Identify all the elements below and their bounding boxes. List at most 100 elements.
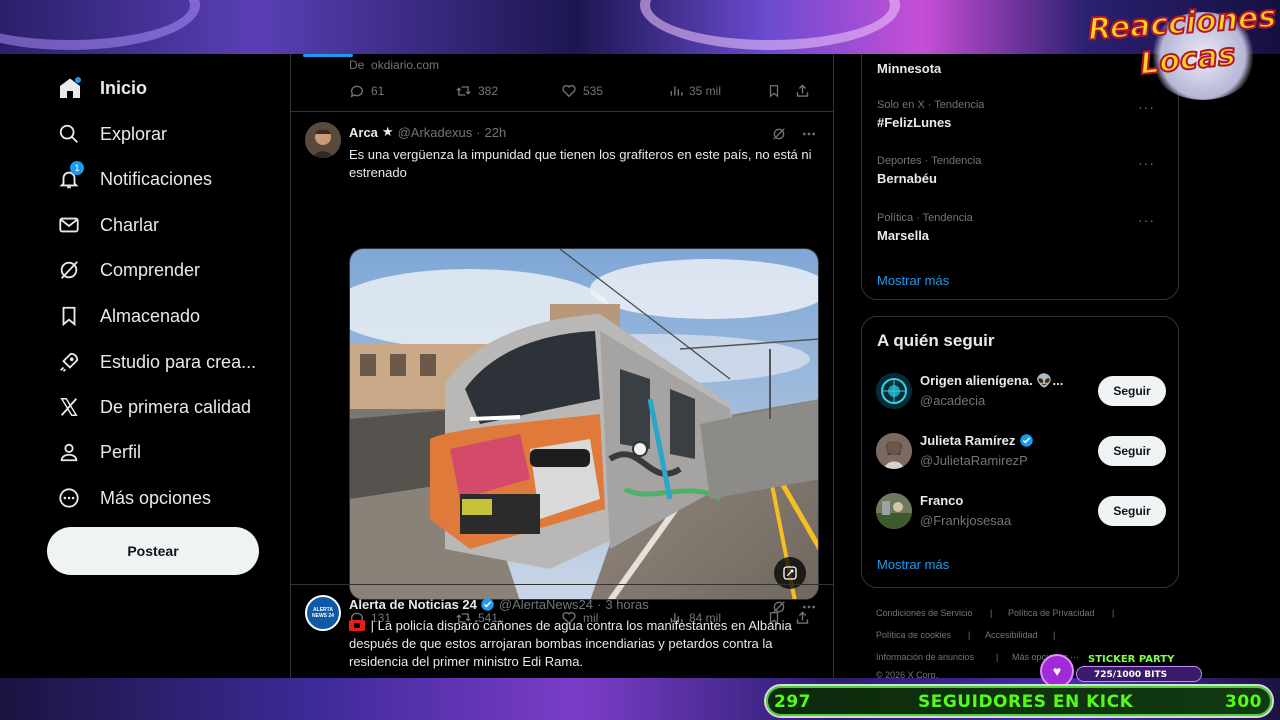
like-button[interactable]: 535 xyxy=(561,83,603,99)
views-icon xyxy=(670,86,683,96)
sidebar-item-label: Explorar xyxy=(100,123,168,144)
star-icon: ★ xyxy=(381,124,394,139)
grok-icon[interactable] xyxy=(771,599,787,615)
tweet-tools xyxy=(771,126,817,142)
sidebar-item-almacenado[interactable]: Almacenado xyxy=(46,294,200,338)
source-prefix: De xyxy=(349,58,365,72)
sidebar-item-label: Charlar xyxy=(100,214,160,235)
suggested-user-handle[interactable]: @JulietaRamirezP xyxy=(920,453,1028,468)
sidebar-item-comprender[interactable]: Comprender xyxy=(46,248,200,292)
footer-separator: | xyxy=(968,630,971,640)
suggested-user-handle[interactable]: @Frankjosesaa xyxy=(920,513,1011,528)
footer-separator: | xyxy=(1053,630,1056,640)
more-icon[interactable] xyxy=(801,126,817,142)
grok-icon xyxy=(46,257,94,283)
sidebar-item-explorar[interactable]: Explorar xyxy=(46,112,167,156)
follow-suggestion[interactable]: Franco @Frankjosesaa Seguir xyxy=(876,493,1166,533)
repost-button[interactable]: 382 xyxy=(455,83,498,99)
views-button[interactable]: 35 mil xyxy=(669,83,721,99)
tweet-alerta-noticias[interactable]: ALERTA NEWS 24 Alerta de Noticias 24 @Al… xyxy=(291,585,833,678)
suggested-user-name[interactable]: Franco xyxy=(920,493,963,508)
timeline: De okdiario.com 61 382 535 35 mil Arca ★… xyxy=(290,54,834,678)
sidebar-item-inicio[interactable]: Inicio xyxy=(46,66,147,110)
more-icon[interactable] xyxy=(801,599,817,615)
who-to-follow-title: A quién seguir xyxy=(877,331,995,350)
more-icon[interactable]: ··· xyxy=(1138,155,1155,171)
post-button[interactable]: Postear xyxy=(47,527,259,575)
person-icon xyxy=(46,439,94,465)
heart-plus-icon: ♥ xyxy=(1040,654,1074,688)
grok-icon[interactable] xyxy=(771,126,787,142)
avatar[interactable]: ALERTA NEWS 24 xyxy=(305,595,341,631)
tweet-time[interactable]: 3 horas xyxy=(605,597,648,612)
follow-button[interactable]: Seguir xyxy=(1098,496,1166,526)
author-name[interactable]: Alerta de Noticias 24 xyxy=(349,597,477,612)
suggested-user-handle[interactable]: @acadecia xyxy=(920,393,985,408)
sidebar-item-label: Estudio para crea... xyxy=(100,351,257,372)
more-icon[interactable]: ··· xyxy=(1138,212,1155,228)
suggested-user-name[interactable]: Origen alienígena. 👽... xyxy=(920,373,1063,389)
tweet-header: Arca ★ @Arkadexus · 22h xyxy=(349,124,506,140)
bell-icon: 1 xyxy=(46,161,94,192)
trend-category: Solo en X · Tendencia xyxy=(877,99,985,111)
footer-link-terms[interactable]: Condiciones de Servicio xyxy=(876,608,973,618)
sidebar-item-mas-opciones[interactable]: Más opciones xyxy=(46,476,211,520)
author-handle[interactable]: @AlertaNews24 xyxy=(499,597,593,612)
bookmark-icon xyxy=(46,303,94,329)
repost-icon xyxy=(456,86,471,96)
avatar[interactable] xyxy=(876,373,912,409)
sticker-party-progress: 725/1000 BITS xyxy=(1094,670,1168,680)
sidebar-item-label: Perfil xyxy=(100,441,142,462)
suggested-user-name-row[interactable]: Julieta Ramírez xyxy=(920,433,1034,448)
overlay-decoration xyxy=(0,0,200,50)
follow-button[interactable]: Seguir xyxy=(1098,436,1166,466)
footer-link-accessibility[interactable]: Accesibilidad xyxy=(985,630,1038,640)
tweet-arca[interactable]: Arca ★ @Arkadexus · 22h Es una vergüenza… xyxy=(291,112,833,625)
trend-item[interactable]: Deportes · Tendencia Bernabéu ··· xyxy=(877,155,1167,186)
trend-item[interactable]: Política · Tendencia Marsella ··· xyxy=(877,212,1167,243)
tweet-actions: 61 382 535 35 mil xyxy=(349,83,821,103)
repost-count: 382 xyxy=(478,84,499,98)
verified-badge-icon xyxy=(1020,434,1034,447)
reply-button[interactable]: 61 xyxy=(349,83,384,99)
avatar[interactable] xyxy=(305,122,341,158)
author-name[interactable]: Arca xyxy=(349,125,378,140)
who-to-follow-card: A quién seguir Origen alienígena. 👽... @… xyxy=(861,316,1179,588)
trend-topic: Marsella xyxy=(877,228,930,243)
sidebar-item-charlar[interactable]: Charlar xyxy=(46,203,159,247)
trend-item[interactable]: Solo en X · Tendencia #FelizLunes ··· xyxy=(877,99,1167,130)
bookmark-icon xyxy=(769,85,779,98)
verified-badge-icon xyxy=(481,598,494,611)
more-icon[interactable]: ··· xyxy=(1138,99,1155,115)
sidebar-item-label: Más opciones xyxy=(100,487,212,508)
avatar[interactable] xyxy=(876,493,912,529)
heart-icon xyxy=(562,85,576,98)
tweet-image[interactable] xyxy=(349,248,819,600)
bookmark-button[interactable] xyxy=(767,83,787,99)
like-count: 535 xyxy=(583,84,604,98)
trends-show-more-link[interactable]: Mostrar más xyxy=(877,273,949,288)
tweet-text: | La policía disparó cañones de agua con… xyxy=(349,618,792,669)
sidebar-item-premium[interactable]: De primera calidad xyxy=(46,385,251,429)
share-button[interactable] xyxy=(795,83,816,99)
footer-link-privacy[interactable]: Política de Privacidad xyxy=(1008,608,1095,618)
who-to-follow-show-more-link[interactable]: Mostrar más xyxy=(877,557,949,572)
author-handle[interactable]: @Arkadexus xyxy=(398,125,473,140)
link-card-source[interactable]: De okdiario.com xyxy=(349,58,439,72)
sidebar-item-notificaciones[interactable]: 1 Notificaciones xyxy=(46,157,212,201)
footer-separator: | xyxy=(990,608,993,618)
rocket-icon xyxy=(46,349,94,375)
follow-suggestion[interactable]: Origen alienígena. 👽... @acadecia Seguir xyxy=(876,373,1166,413)
follow-button[interactable]: Seguir xyxy=(1098,376,1166,406)
x-logo-icon xyxy=(46,394,94,420)
trend-topic: #FelizLunes xyxy=(877,115,952,130)
tweet-time[interactable]: 22h xyxy=(485,125,507,140)
sticker-party-widget: ♥ STICKER PARTY 725/1000 BITS xyxy=(1040,652,1202,688)
sidebar-item-estudio[interactable]: Estudio para crea... xyxy=(46,340,256,384)
follow-suggestion[interactable]: Julieta Ramírez @JulietaRamirezP Seguir xyxy=(876,433,1166,473)
trend-category: Política · Tendencia xyxy=(877,212,973,224)
footer-link-cookies[interactable]: Política de cookies xyxy=(876,630,951,640)
avatar[interactable] xyxy=(876,433,912,469)
footer-link-ads[interactable]: Información de anuncios xyxy=(876,652,974,662)
sidebar-item-perfil[interactable]: Perfil xyxy=(46,430,141,474)
